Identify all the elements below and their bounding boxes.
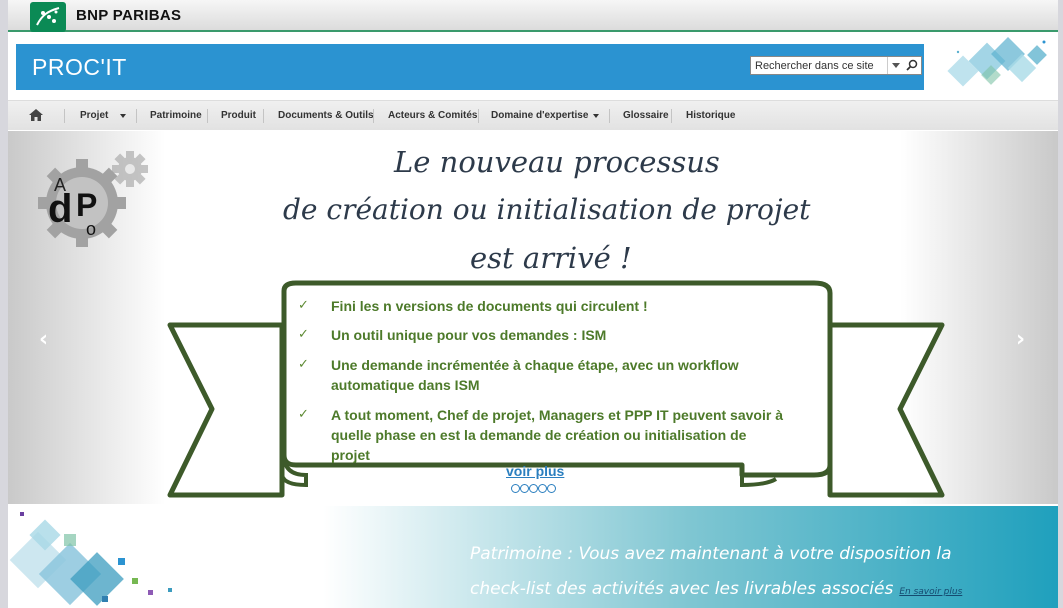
- nav-separator: [609, 109, 610, 123]
- carousel-dot[interactable]: [529, 484, 538, 493]
- adpo-gear-logo: A d P o: [30, 145, 150, 255]
- carousel-prev-arrow-icon[interactable]: ‹: [39, 327, 48, 352]
- nav-item-acteurs-comites[interactable]: Acteurs & Comités: [388, 110, 477, 121]
- checkmark-icon: ✓: [298, 298, 309, 313]
- headline-line-2: de création ou initialisation de projet: [283, 193, 811, 226]
- nav-separator: [478, 109, 479, 123]
- learn-more-link[interactable]: En savoir plus: [899, 587, 962, 597]
- carousel-dot[interactable]: [511, 484, 520, 493]
- checkmark-icon: ✓: [298, 407, 309, 422]
- nav-separator: [64, 109, 65, 123]
- search-icon[interactable]: [903, 57, 921, 74]
- checklist-item: ✓ Un outil unique pour vos demandes : IS…: [298, 327, 607, 343]
- brand-name: BNP PARIBAS: [76, 7, 182, 24]
- carousel-dot[interactable]: [547, 484, 556, 493]
- headline-line-3: est arrivé !: [470, 241, 632, 275]
- checkmark-icon: ✓: [298, 357, 309, 372]
- nav-item-projet[interactable]: Projet: [80, 110, 108, 121]
- brand-bar: BNP PARIBAS: [8, 0, 1058, 32]
- bnp-logo-icon[interactable]: [30, 2, 66, 32]
- top-navigation: Projet Patrimoine Produit Documents & Ou…: [8, 100, 1058, 130]
- chevron-down-icon[interactable]: [120, 114, 126, 118]
- nav-separator: [207, 109, 208, 123]
- site-header: PROC'IT: [16, 44, 924, 90]
- carousel-pagination: [511, 484, 556, 494]
- home-icon[interactable]: [28, 108, 44, 122]
- hero-carousel: A d P o Le nouveau processus de création…: [8, 131, 1058, 504]
- news-banner: Patrimoine : Vous avez maintenant à votr…: [8, 506, 1058, 608]
- search-input[interactable]: [751, 57, 885, 74]
- banner-line-2: check-list des activités avec les livrab…: [470, 579, 963, 599]
- nav-item-domaine-expertise[interactable]: Domaine d'expertise: [491, 110, 588, 121]
- nav-item-glossaire[interactable]: Glossaire: [623, 110, 669, 121]
- nav-item-patrimoine[interactable]: Patrimoine: [150, 110, 202, 121]
- checklist-item: ✓ Fini les n versions de documents qui c…: [298, 298, 648, 314]
- search-box: [750, 56, 922, 75]
- decorative-squares-icon: [938, 34, 1058, 101]
- logo-letter-d: d: [48, 187, 73, 231]
- site-title[interactable]: PROC'IT: [32, 54, 127, 81]
- nav-item-historique[interactable]: Historique: [686, 110, 735, 121]
- nav-separator: [136, 109, 137, 123]
- checklist-item: ✓ A tout moment, Chef de projet, Manager…: [298, 407, 783, 463]
- carousel-dot[interactable]: [538, 484, 547, 493]
- checklist-item: ✓ Une demande incrémentée à chaque étape…: [298, 357, 739, 393]
- nav-separator: [263, 109, 264, 123]
- page-frame: BNP PARIBAS PROC'IT Rechercher dans ce s…: [8, 0, 1058, 608]
- banner-line-1: Patrimoine : Vous avez maintenant à votr…: [470, 544, 952, 564]
- decorative-squares-icon: [9, 512, 172, 606]
- carousel-next-arrow-icon[interactable]: ›: [1016, 327, 1025, 352]
- nav-separator: [671, 109, 672, 123]
- logo-letter-o: o: [86, 219, 97, 239]
- checkmark-icon: ✓: [298, 327, 309, 342]
- nav-item-produit[interactable]: Produit: [221, 110, 256, 121]
- search-scope-dropdown[interactable]: [887, 57, 903, 74]
- nav-separator: [373, 109, 374, 123]
- carousel-dot[interactable]: [520, 484, 529, 493]
- chevron-down-icon[interactable]: [593, 114, 599, 118]
- read-more-link[interactable]: voir plus: [506, 463, 564, 479]
- nav-item-documents-outils[interactable]: Documents & Outils: [278, 110, 374, 121]
- headline-line-1: Le nouveau processus: [394, 145, 720, 179]
